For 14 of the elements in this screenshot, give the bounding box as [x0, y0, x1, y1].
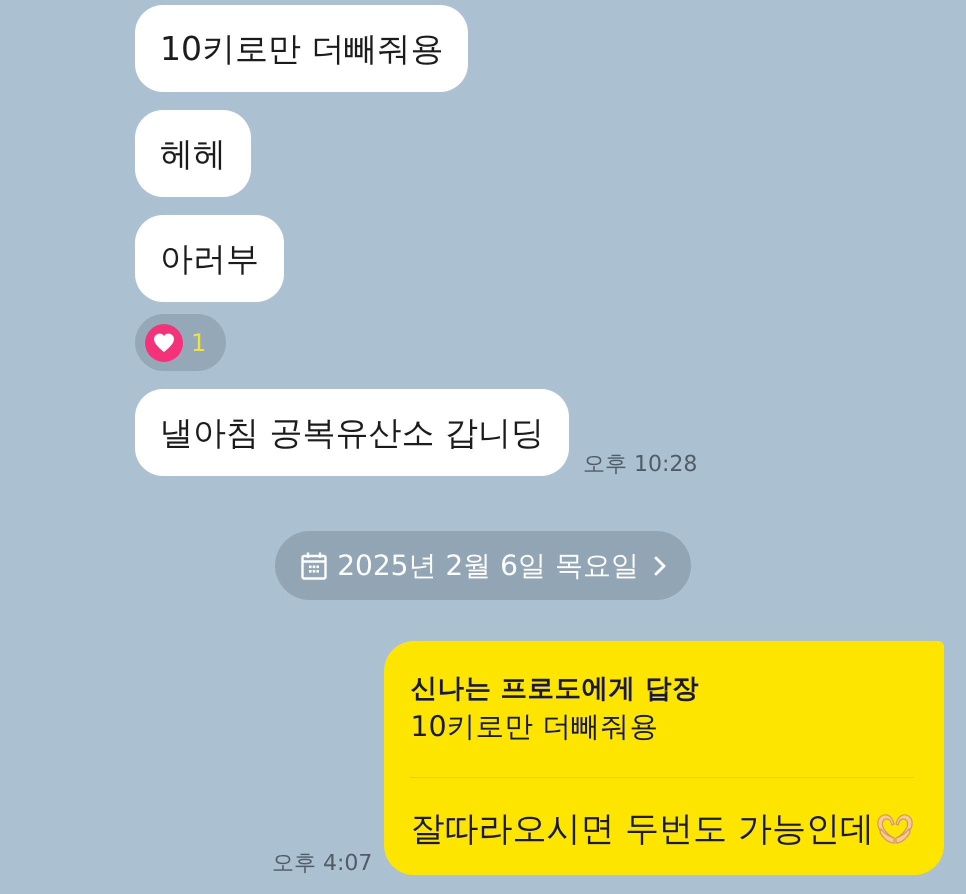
message-bubble[interactable]: 헤헤: [135, 110, 251, 197]
reaction-count: 1: [191, 328, 206, 356]
message-bubble[interactable]: 아러부: [135, 215, 284, 302]
message-time: 오후 4:07: [272, 851, 372, 877]
message-text: 잘따라오시면 두번도 가능인데: [410, 808, 874, 851]
sent-message-bubble[interactable]: 신나는 프로도에게 답장 10키로만 더빼줘용 잘따라오시면 두번도 가능인데: [384, 641, 944, 875]
quoted-message: 10키로만 더빼줘용: [410, 709, 660, 745]
date-label: 2025년 2월 6일 목요일: [337, 548, 639, 584]
calendar-icon: [301, 552, 328, 580]
chevron-right-icon: [652, 554, 667, 576]
message-bubble[interactable]: 10키로만 더빼줘용: [135, 5, 468, 92]
reply-header: 신나는 프로도에게 답장: [410, 672, 700, 706]
message-time: 오후 10:28: [582, 452, 698, 478]
message-bubble[interactable]: 낼아침 공복유산소 갑니딩: [135, 389, 569, 476]
